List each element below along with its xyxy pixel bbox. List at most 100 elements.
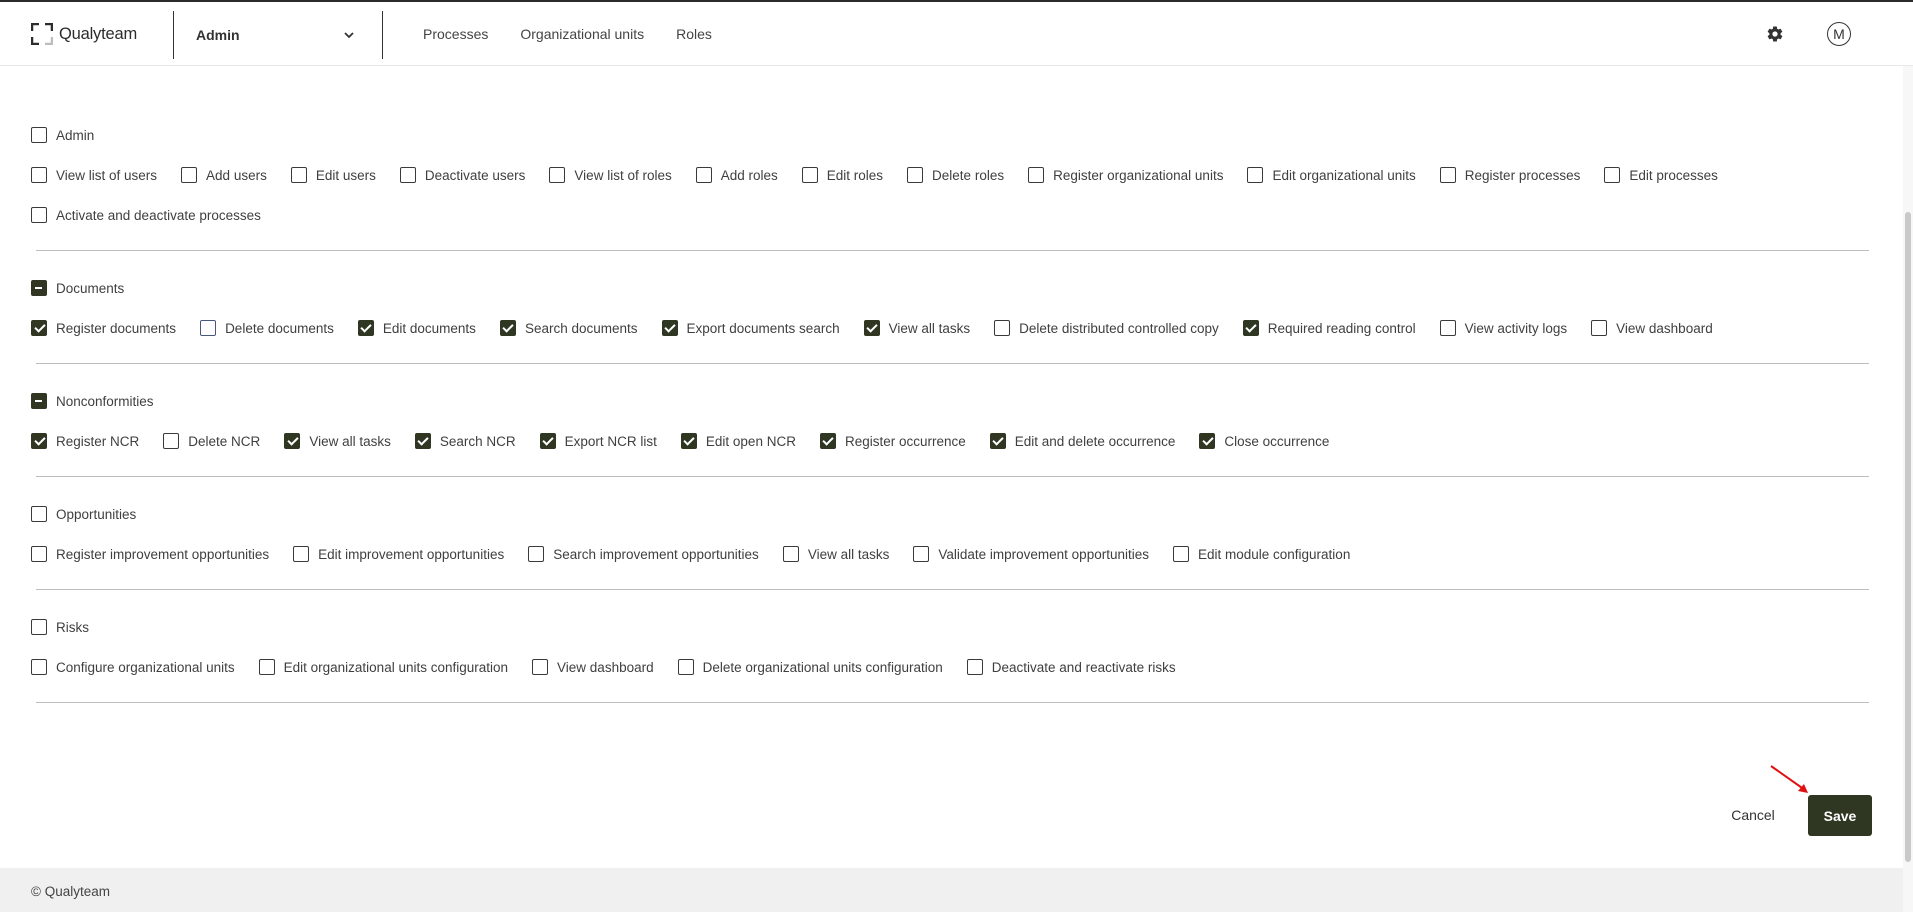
permission-checkbox[interactable]: Edit improvement opportunities bbox=[293, 546, 504, 562]
checked-checkbox-icon[interactable] bbox=[539, 433, 556, 449]
permission-checkbox[interactable]: Edit organizational units configuration bbox=[258, 659, 508, 675]
checkbox-icon[interactable] bbox=[31, 506, 47, 522]
scrollbar-thumb[interactable] bbox=[1905, 212, 1911, 862]
permission-checkbox[interactable]: Edit users bbox=[290, 167, 376, 183]
checked-checkbox-icon[interactable] bbox=[31, 433, 47, 449]
permission-checkbox[interactable]: View activity logs bbox=[1439, 320, 1567, 336]
checked-checkbox-icon[interactable] bbox=[989, 433, 1006, 449]
permission-checkbox[interactable]: Edit roles bbox=[801, 167, 883, 183]
checkbox-icon[interactable] bbox=[258, 659, 275, 675]
checked-checkbox-icon[interactable] bbox=[499, 320, 516, 336]
permission-checkbox[interactable]: View dashboard bbox=[1591, 320, 1713, 336]
checkbox-icon[interactable] bbox=[549, 167, 566, 183]
indeterminate-checkbox-icon[interactable] bbox=[31, 393, 47, 409]
permission-checkbox[interactable]: Search improvement opportunities bbox=[528, 546, 759, 562]
permission-checkbox[interactable]: Edit and delete occurrence bbox=[989, 433, 1175, 449]
permission-checkbox[interactable]: Validate improvement opportunities bbox=[913, 546, 1149, 562]
gear-icon[interactable] bbox=[1766, 25, 1784, 43]
permission-checkbox[interactable]: View dashboard bbox=[532, 659, 654, 675]
checkbox-icon[interactable] bbox=[31, 546, 47, 562]
nav-organizational-units[interactable]: Organizational units bbox=[520, 26, 644, 42]
save-button[interactable]: Save bbox=[1808, 795, 1872, 836]
permission-checkbox[interactable]: Register organizational units bbox=[1028, 167, 1223, 183]
checkbox-icon[interactable] bbox=[290, 167, 307, 183]
cancel-button[interactable]: Cancel bbox=[1722, 799, 1784, 831]
permission-checkbox[interactable]: Deactivate users bbox=[399, 167, 525, 183]
permission-checkbox[interactable]: Add users bbox=[181, 167, 267, 183]
permission-checkbox[interactable]: Edit processes bbox=[1604, 167, 1718, 183]
checked-checkbox-icon[interactable] bbox=[31, 320, 47, 336]
checkbox-icon[interactable] bbox=[994, 320, 1011, 336]
checked-checkbox-icon[interactable] bbox=[863, 320, 880, 336]
checkbox-icon[interactable] bbox=[1247, 167, 1264, 183]
permission-checkbox[interactable]: Delete NCR bbox=[163, 433, 260, 449]
permission-checkbox[interactable]: Delete distributed controlled copy bbox=[994, 320, 1219, 336]
permission-checkbox[interactable]: Delete documents bbox=[200, 320, 334, 336]
checkbox-icon[interactable] bbox=[1439, 167, 1456, 183]
group-checkbox-documents[interactable]: Documents bbox=[31, 280, 124, 296]
checkbox-icon[interactable] bbox=[293, 546, 310, 562]
checkbox-icon[interactable] bbox=[1172, 546, 1189, 562]
group-checkbox-risks[interactable]: Risks bbox=[31, 619, 89, 635]
permission-checkbox[interactable]: Required reading control bbox=[1242, 320, 1416, 336]
permission-checkbox[interactable]: Deactivate and reactivate risks bbox=[966, 659, 1176, 675]
checkbox-icon[interactable] bbox=[782, 546, 799, 562]
permission-checkbox[interactable]: Register processes bbox=[1439, 167, 1580, 183]
checked-checkbox-icon[interactable] bbox=[1199, 433, 1216, 449]
checkbox-icon[interactable] bbox=[907, 167, 924, 183]
checkbox-icon[interactable] bbox=[1028, 167, 1045, 183]
group-checkbox-admin[interactable]: Admin bbox=[31, 127, 94, 143]
checkbox-icon[interactable] bbox=[399, 167, 416, 183]
permission-checkbox[interactable]: Close occurrence bbox=[1199, 433, 1329, 449]
indeterminate-checkbox-icon[interactable] bbox=[31, 280, 47, 296]
checkbox-icon[interactable] bbox=[1604, 167, 1621, 183]
checkbox-icon[interactable] bbox=[163, 433, 180, 449]
nav-processes[interactable]: Processes bbox=[423, 26, 488, 42]
permission-checkbox[interactable]: Register occurrence bbox=[819, 433, 966, 449]
permission-checkbox[interactable]: Configure organizational units bbox=[31, 659, 235, 675]
checkbox-icon[interactable] bbox=[31, 659, 47, 675]
permission-checkbox[interactable]: View all tasks bbox=[284, 433, 391, 449]
permission-checkbox[interactable]: Register improvement opportunities bbox=[31, 546, 269, 562]
permission-checkbox[interactable]: Register NCR bbox=[31, 433, 139, 449]
checkbox-icon[interactable] bbox=[677, 659, 694, 675]
permission-checkbox[interactable]: Register documents bbox=[31, 320, 176, 336]
permission-checkbox[interactable]: Edit organizational units bbox=[1247, 167, 1416, 183]
checked-checkbox-icon[interactable] bbox=[414, 433, 431, 449]
permission-checkbox[interactable]: View all tasks bbox=[863, 320, 970, 336]
permission-checkbox[interactable]: View list of users bbox=[31, 167, 157, 183]
permission-checkbox[interactable]: View list of roles bbox=[549, 167, 672, 183]
permission-checkbox[interactable]: Export documents search bbox=[661, 320, 840, 336]
permission-checkbox[interactable]: Export NCR list bbox=[539, 433, 657, 449]
checkbox-icon[interactable] bbox=[913, 546, 930, 562]
checkbox-icon[interactable] bbox=[200, 320, 217, 336]
permission-checkbox[interactable]: Edit module configuration bbox=[1172, 546, 1350, 562]
permission-checkbox[interactable]: Delete organizational units configuratio… bbox=[677, 659, 943, 675]
permission-checkbox[interactable]: Search NCR bbox=[414, 433, 516, 449]
checked-checkbox-icon[interactable] bbox=[661, 320, 678, 336]
permission-checkbox[interactable]: Delete roles bbox=[907, 167, 1004, 183]
permission-checkbox[interactable]: Edit documents bbox=[357, 320, 476, 336]
permission-checkbox[interactable]: Search documents bbox=[499, 320, 638, 336]
checked-checkbox-icon[interactable] bbox=[819, 433, 836, 449]
checked-checkbox-icon[interactable] bbox=[284, 433, 301, 449]
permission-checkbox[interactable]: View all tasks bbox=[782, 546, 889, 562]
checkbox-icon[interactable] bbox=[801, 167, 818, 183]
checkbox-icon[interactable] bbox=[1439, 320, 1456, 336]
checkbox-icon[interactable] bbox=[181, 167, 198, 183]
checkbox-icon[interactable] bbox=[31, 207, 47, 223]
checked-checkbox-icon[interactable] bbox=[680, 433, 697, 449]
group-checkbox-nonconformities[interactable]: Nonconformities bbox=[31, 393, 154, 409]
checked-checkbox-icon[interactable] bbox=[1242, 320, 1259, 336]
module-select[interactable]: Admin bbox=[196, 20, 356, 50]
checked-checkbox-icon[interactable] bbox=[357, 320, 374, 336]
checkbox-icon[interactable] bbox=[532, 659, 549, 675]
permission-checkbox[interactable]: Activate and deactivate processes bbox=[31, 207, 261, 223]
checkbox-icon[interactable] bbox=[31, 127, 47, 143]
checkbox-icon[interactable] bbox=[1591, 320, 1608, 336]
permission-checkbox[interactable]: Edit open NCR bbox=[680, 433, 796, 449]
group-checkbox-opportunities[interactable]: Opportunities bbox=[31, 506, 136, 522]
checkbox-icon[interactable] bbox=[966, 659, 983, 675]
user-avatar[interactable]: M bbox=[1827, 22, 1851, 46]
checkbox-icon[interactable] bbox=[31, 167, 47, 183]
